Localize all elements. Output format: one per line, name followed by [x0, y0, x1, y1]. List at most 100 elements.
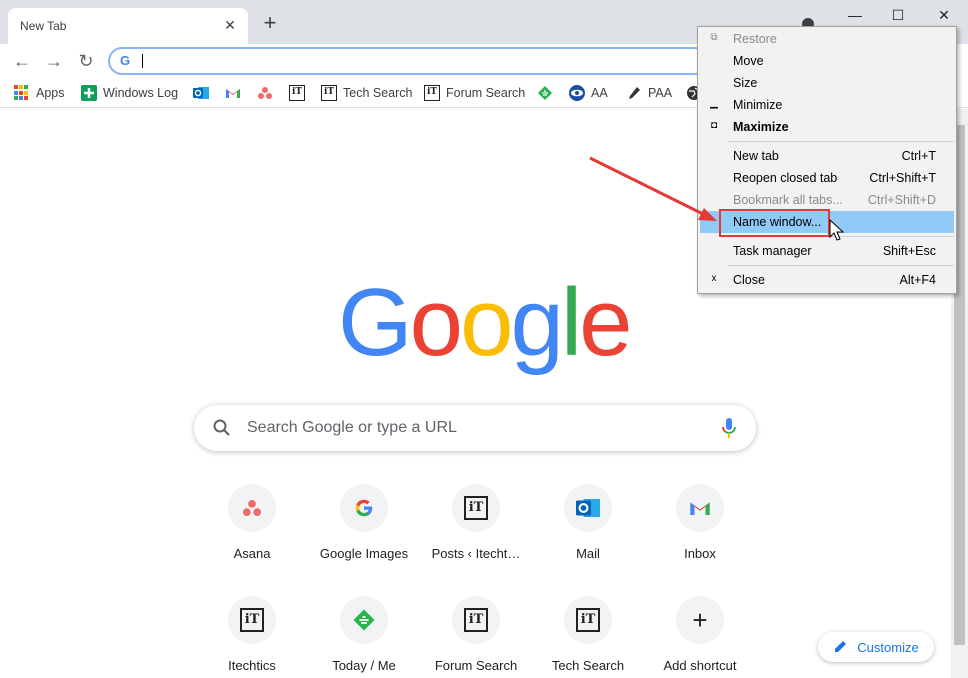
feedly-icon	[537, 85, 553, 101]
window-maximize-button[interactable]: ☐	[886, 5, 910, 25]
itechtics-icon: iT	[424, 85, 440, 101]
bookmark-tech-search[interactable]: iT Tech Search	[321, 84, 412, 102]
shortcut-tile	[340, 484, 388, 532]
shortcut-label: Google Images	[319, 546, 409, 561]
gmail-icon	[690, 502, 710, 515]
text-caret	[142, 54, 143, 68]
menu-item-close[interactable]: x Close Alt+F4	[700, 269, 954, 291]
logo-letter: l	[560, 269, 582, 376]
shortcut-inbox[interactable]: Inbox	[644, 484, 756, 584]
shortcut-tile: iT	[452, 484, 500, 532]
search-icon	[212, 418, 232, 438]
shortcut-label: Itechtics	[228, 658, 276, 673]
bookmark-outlook[interactable]	[193, 84, 215, 102]
google-g-icon: G	[120, 53, 131, 68]
shortcut-tile: +	[676, 596, 724, 644]
logo-letter: o	[460, 269, 513, 376]
menu-item-minimize[interactable]: ▁ Minimize	[700, 94, 954, 116]
outlook-icon	[193, 85, 209, 101]
logo-letter: g	[510, 269, 563, 376]
tab-title: New Tab	[20, 19, 67, 33]
menu-item-shortcut: Ctrl+T	[901, 149, 936, 163]
shortcut-asana[interactable]: Asana	[196, 484, 308, 584]
menu-item-size[interactable]: Size	[700, 72, 954, 94]
gmail-icon	[225, 85, 241, 101]
shortcut-tile: iT	[452, 596, 500, 644]
menu-item-new-tab[interactable]: New tab Ctrl+T	[700, 145, 954, 167]
shortcut-tile	[676, 484, 724, 532]
logo-letter: G	[338, 269, 413, 376]
pen-icon	[626, 85, 642, 101]
menu-item-label: Move	[733, 54, 764, 68]
microphone-icon[interactable]	[722, 417, 736, 439]
restore-icon: ⧉	[710, 32, 718, 43]
shortcut-label: Tech Search	[551, 658, 625, 673]
shortcut-add[interactable]: + Add shortcut	[644, 596, 756, 678]
forward-button[interactable]: →	[43, 50, 65, 72]
search-box[interactable]: Search Google or type a URL	[194, 405, 756, 451]
menu-item-maximize[interactable]: ◘ Maximize	[700, 116, 954, 138]
menu-item-label: Close	[733, 273, 765, 287]
menu-item-move[interactable]: Move	[700, 50, 954, 72]
bookmark-forum-search[interactable]: iT Forum Search	[424, 84, 525, 102]
tab-new-tab[interactable]: New Tab ✕	[8, 8, 248, 44]
customize-label: Customize	[857, 639, 919, 655]
itechtics-icon: iT	[240, 608, 264, 632]
shortcut-label: Mail	[576, 546, 600, 561]
shortcut-itechtics[interactable]: iT Itechtics	[196, 596, 308, 678]
bookmark-paa[interactable]: PAA	[626, 84, 672, 102]
annotation-highlight-box	[719, 209, 830, 237]
reload-button[interactable]: ↻	[75, 50, 97, 72]
customize-button[interactable]: Customize	[818, 632, 934, 662]
shortcut-tile	[340, 596, 388, 644]
logo-letter: e	[579, 269, 632, 376]
shortcut-mail[interactable]: Mail	[532, 484, 644, 584]
itechtics-icon: iT	[321, 85, 337, 101]
bookmark-asana[interactable]	[257, 84, 279, 102]
asana-icon	[242, 500, 262, 516]
bookmark-aa[interactable]: AA	[569, 84, 608, 102]
menu-item-bookmark-all-tabs[interactable]: Bookmark all tabs... Ctrl+Shift+D	[700, 189, 954, 211]
menu-item-label: Size	[733, 76, 758, 90]
shortcut-forum-search[interactable]: iT Forum Search	[420, 596, 532, 678]
bookmark-label: Windows Log	[103, 86, 179, 100]
window-close-button[interactable]: ✕	[932, 5, 956, 25]
shortcut-tile: iT	[228, 596, 276, 644]
bookmark-windows-log[interactable]: Windows Log	[81, 84, 178, 102]
shortcut-tile	[564, 484, 612, 532]
address-bar[interactable]: G	[108, 47, 708, 75]
maximize-icon: ◘	[710, 120, 718, 131]
apps-grid-icon	[14, 85, 30, 101]
shortcut-label: Add shortcut	[663, 658, 737, 673]
shortcut-tech-search[interactable]: iT Tech Search	[532, 596, 644, 678]
menu-item-shortcut: Alt+F4	[899, 273, 936, 287]
back-button[interactable]: ←	[11, 50, 33, 72]
bookmark-apps[interactable]: Apps	[14, 84, 65, 102]
bookmark-itechtics[interactable]: iT	[289, 84, 311, 102]
shortcut-posts-itechtics[interactable]: iT Posts ‹ Itecht…	[420, 484, 532, 584]
bookmark-feedly[interactable]	[537, 84, 559, 102]
pencil-icon	[833, 640, 847, 654]
shortcut-google-images[interactable]: Google Images	[308, 484, 420, 584]
window-minimize-button[interactable]: —	[843, 5, 867, 25]
shortcut-today-me[interactable]: Today / Me	[308, 596, 420, 678]
logo-letter: o	[409, 269, 463, 376]
new-tab-button[interactable]: +	[258, 12, 282, 36]
itechtics-icon: iT	[576, 608, 600, 632]
feedly-icon	[353, 609, 375, 631]
menu-item-restore[interactable]: ⧉ Restore	[700, 28, 954, 50]
bookmark-label: Forum Search	[446, 86, 526, 100]
bookmark-gmail[interactable]	[225, 84, 247, 102]
tab-close-icon[interactable]: ✕	[222, 17, 238, 33]
menu-item-shortcut: Ctrl+Shift+T	[869, 171, 936, 185]
shortcut-label: Posts ‹ Itecht…	[431, 546, 521, 561]
mouse-cursor-icon	[829, 219, 845, 241]
menu-item-reopen-closed-tab[interactable]: Reopen closed tab Ctrl+Shift+T	[700, 167, 954, 189]
menu-item-label: Reopen closed tab	[733, 171, 838, 185]
bookmark-label: Apps	[36, 86, 65, 100]
asana-icon	[257, 85, 273, 101]
menu-item-label: Minimize	[733, 98, 783, 112]
menu-item-task-manager[interactable]: Task manager Shift+Esc	[700, 240, 954, 262]
google-logo: Google	[338, 268, 633, 378]
itechtics-icon: iT	[464, 496, 488, 520]
